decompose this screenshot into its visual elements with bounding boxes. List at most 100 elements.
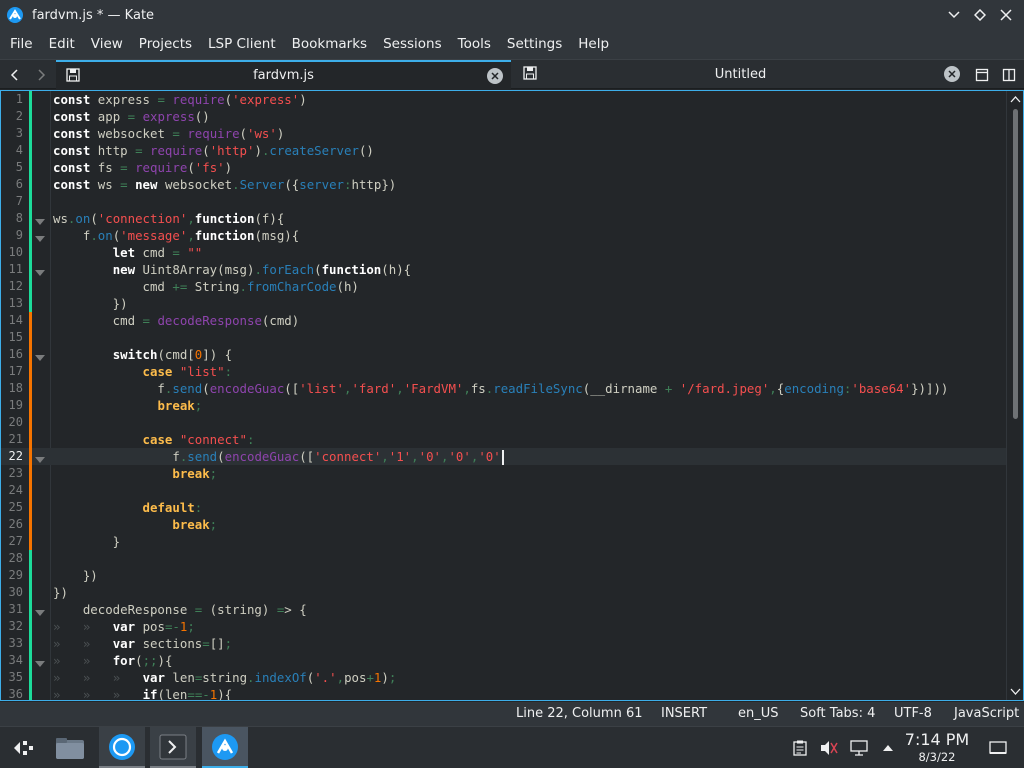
- terminal-task[interactable]: [150, 727, 196, 768]
- application-launcher[interactable]: [0, 727, 46, 768]
- code-line[interactable]: 18 f.send(encodeGuac(['list','fard','Far…: [1, 380, 1006, 397]
- modification-marker: [29, 465, 32, 482]
- code-line[interactable]: 36 » » » if(len==-1){: [1, 686, 1006, 700]
- code-line[interactable]: 27 }: [1, 533, 1006, 550]
- menu-projects[interactable]: Projects: [131, 30, 200, 59]
- split-view-button[interactable]: [997, 60, 1021, 89]
- code-line[interactable]: 13 }): [1, 295, 1006, 312]
- clipboard-tray-button[interactable]: [790, 727, 810, 768]
- line-number: 13: [8, 296, 23, 310]
- code-line[interactable]: 20: [1, 414, 1006, 431]
- line-number: 21: [8, 432, 23, 446]
- code-line[interactable]: 33 » » var sections=[];: [1, 635, 1006, 652]
- tab-untitled[interactable]: Untitled: [513, 60, 968, 89]
- line-text: const http = require('http').createServe…: [53, 143, 374, 158]
- scroll-down-icon[interactable]: [1010, 686, 1021, 697]
- fold-toggle-icon[interactable]: [34, 605, 46, 616]
- line-text: switch(cmd[0]) {: [112, 347, 233, 362]
- code-line[interactable]: 12 cmd += String.fromCharCode(h): [1, 278, 1006, 295]
- show-hidden-icons-button[interactable]: [878, 727, 898, 768]
- fold-toggle-icon[interactable]: [34, 656, 46, 667]
- vertical-scrollbar[interactable]: [1006, 91, 1023, 700]
- show-desktop-button[interactable]: [986, 727, 1010, 768]
- code-line[interactable]: 11 new Uint8Array(msg).forEach(function(…: [1, 261, 1006, 278]
- cursor-position[interactable]: Line 22, Column 61: [516, 702, 643, 726]
- input-mode[interactable]: INSERT: [661, 702, 707, 726]
- line-text: case "connect":: [142, 432, 255, 447]
- maximize-button[interactable]: [968, 4, 992, 26]
- code-line[interactable]: 16 switch(cmd[0]) {: [1, 346, 1006, 363]
- volume-tray-button[interactable]: [818, 727, 840, 768]
- close-window-button[interactable]: [994, 4, 1018, 26]
- line-number: 32: [8, 619, 23, 633]
- back-button[interactable]: [2, 60, 28, 89]
- code-line[interactable]: 2 const app = express(): [1, 108, 1006, 125]
- code-line[interactable]: 8 ws.on('connection',function(f){: [1, 210, 1006, 227]
- code-line[interactable]: 25 default:: [1, 499, 1006, 516]
- tab-fardvm-js[interactable]: fardvm.js: [56, 60, 511, 89]
- code-line[interactable]: 29 }): [1, 567, 1006, 584]
- code-line[interactable]: 22 f.send(encodeGuac(['connect','1','0',…: [1, 448, 1006, 465]
- new-tab-button[interactable]: [970, 60, 994, 89]
- kate-task[interactable]: [202, 727, 248, 768]
- line-number: 31: [8, 602, 23, 616]
- folder-icon: [56, 737, 84, 759]
- code-line[interactable]: 5 const fs = require('fs'): [1, 159, 1006, 176]
- fold-toggle-icon[interactable]: [34, 265, 46, 276]
- menu-sessions[interactable]: Sessions: [375, 30, 450, 59]
- line-text: }): [53, 296, 128, 311]
- fold-toggle-icon[interactable]: [34, 231, 46, 242]
- indentation-settings[interactable]: Soft Tabs: 4: [800, 702, 875, 726]
- code-line[interactable]: 9 f.on('message',function(msg){: [1, 227, 1006, 244]
- network-tray-button[interactable]: [848, 727, 870, 768]
- fold-toggle-icon[interactable]: [34, 214, 46, 225]
- syntax-mode[interactable]: JavaScript: [954, 702, 1019, 726]
- browser-task[interactable]: [99, 727, 145, 768]
- fold-toggle-icon[interactable]: [34, 452, 46, 463]
- code-line[interactable]: 21 case "connect":: [1, 431, 1006, 448]
- fold-toggle-icon[interactable]: [34, 350, 46, 361]
- digital-clock[interactable]: 7:14 PM 8/3/22: [898, 730, 976, 764]
- minimize-button[interactable]: [942, 4, 966, 26]
- scroll-up-icon[interactable]: [1010, 94, 1021, 105]
- tab-close-button[interactable]: [487, 68, 503, 84]
- menu-settings[interactable]: Settings: [499, 30, 570, 59]
- tab-close-button[interactable]: [944, 66, 960, 82]
- code-line[interactable]: 19 break;: [1, 397, 1006, 414]
- code-line[interactable]: 24: [1, 482, 1006, 499]
- code-line[interactable]: 31 decodeResponse = (string) => {: [1, 601, 1006, 618]
- code-line[interactable]: 7: [1, 193, 1006, 210]
- code-line[interactable]: 10 let cmd = "": [1, 244, 1006, 261]
- code-editor[interactable]: 1 const express = require('express') 2 cons…: [0, 90, 1024, 701]
- menu-edit[interactable]: Edit: [41, 30, 83, 59]
- modification-marker: [29, 91, 32, 108]
- code-line[interactable]: 3 const websocket = require('ws'): [1, 125, 1006, 142]
- code-line[interactable]: 30}): [1, 584, 1006, 601]
- close-icon: [1000, 9, 1012, 21]
- forward-button[interactable]: [28, 60, 54, 89]
- menu-tools[interactable]: Tools: [450, 30, 499, 59]
- menu-lsp-client[interactable]: LSP Client: [200, 30, 284, 59]
- menu-view[interactable]: View: [83, 30, 131, 59]
- code-line[interactable]: 17 case "list":: [1, 363, 1006, 380]
- clock-date: 8/3/22: [918, 750, 956, 764]
- scrollbar-thumb[interactable]: [1013, 109, 1018, 419]
- dictionary[interactable]: en_US: [738, 702, 779, 726]
- code-line[interactable]: 34 » » for(;;){: [1, 652, 1006, 669]
- modification-marker: [29, 346, 32, 363]
- menu-help[interactable]: Help: [570, 30, 617, 59]
- code-line[interactable]: 26 break;: [1, 516, 1006, 533]
- code-line[interactable]: 14 cmd = decodeResponse(cmd): [1, 312, 1006, 329]
- code-line[interactable]: 6 const ws = new websocket.Server({server…: [1, 176, 1006, 193]
- menu-bookmarks[interactable]: Bookmarks: [284, 30, 375, 59]
- code-line[interactable]: 28: [1, 550, 1006, 567]
- encoding[interactable]: UTF-8: [894, 702, 932, 726]
- file-manager-launcher[interactable]: [47, 727, 93, 768]
- code-line[interactable]: 35 » » » var len=string.indexOf('.',pos+1…: [1, 669, 1006, 686]
- code-line[interactable]: 23 break;: [1, 465, 1006, 482]
- menu-file[interactable]: File: [2, 30, 41, 59]
- code-line[interactable]: 32 » » var pos=-1;: [1, 618, 1006, 635]
- code-line[interactable]: 4 const http = require('http').createServ…: [1, 142, 1006, 159]
- code-line[interactable]: 15: [1, 329, 1006, 346]
- code-line[interactable]: 1 const express = require('express'): [1, 91, 1006, 108]
